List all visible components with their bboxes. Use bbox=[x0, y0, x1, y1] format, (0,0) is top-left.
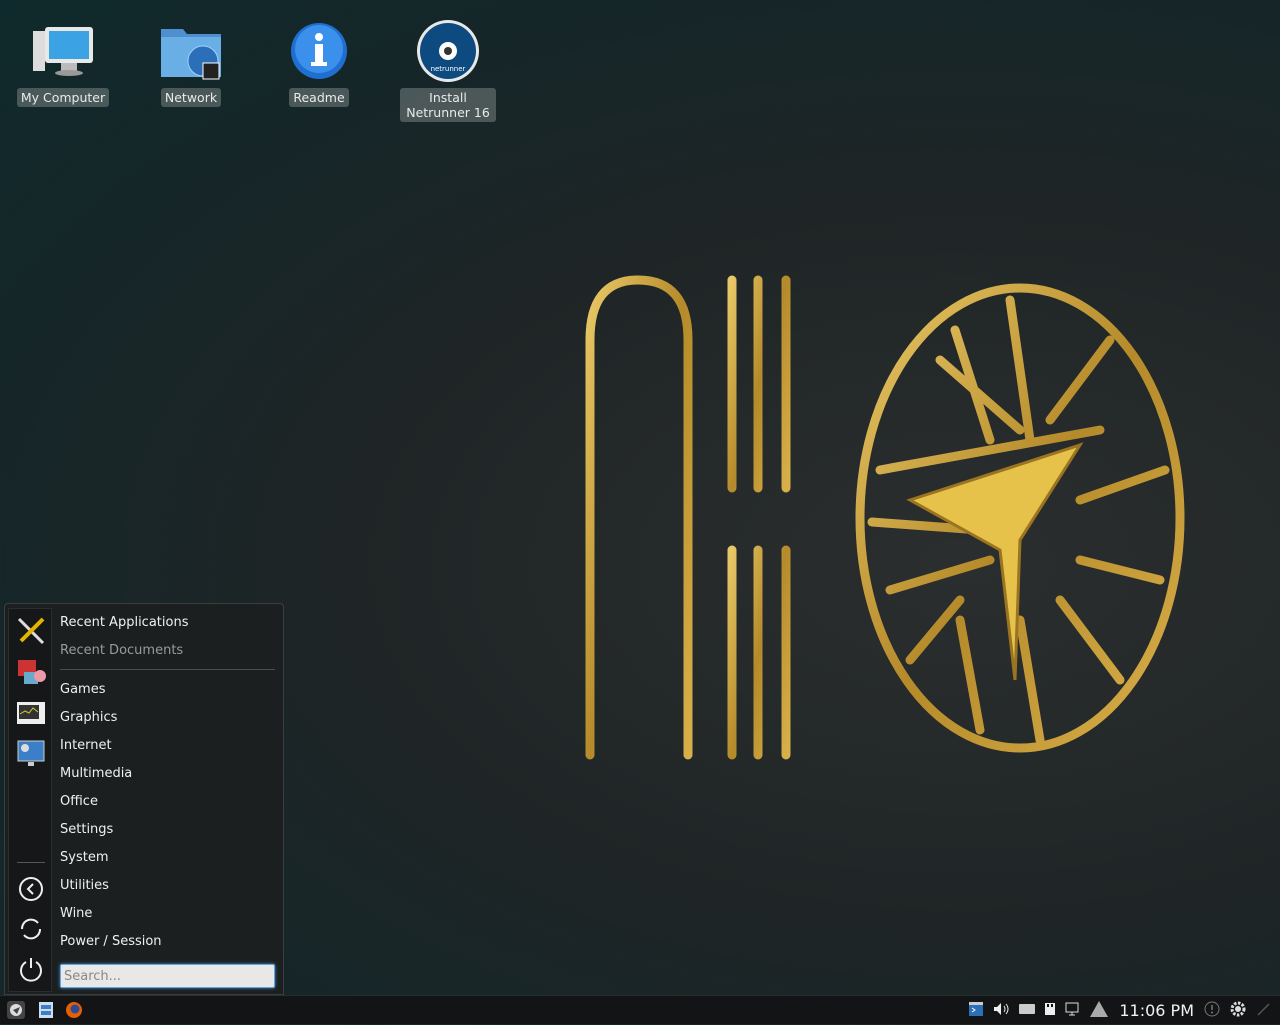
menu-item-settings[interactable]: Settings bbox=[60, 816, 275, 844]
desktop-icon-install-netrunner[interactable]: netrunner Install Netrunner 16 bbox=[393, 18, 503, 122]
firefox-icon[interactable] bbox=[64, 1000, 84, 1020]
usb-device-icon[interactable] bbox=[1045, 1002, 1056, 1019]
desktop-icon-readme[interactable]: Readme bbox=[264, 18, 374, 107]
menu-item-utilities[interactable]: Utilities bbox=[60, 872, 275, 900]
desktop-icon-network[interactable]: Network bbox=[136, 18, 246, 107]
menu-item-graphics[interactable]: Graphics bbox=[60, 704, 275, 732]
refresh-icon[interactable] bbox=[15, 913, 47, 945]
devices-icon[interactable] bbox=[15, 655, 47, 687]
svg-text:netrunner: netrunner bbox=[431, 65, 466, 73]
taskbar: 11:06 PM bbox=[0, 995, 1280, 1024]
menu-separator bbox=[60, 669, 275, 670]
panel-tool-icon[interactable] bbox=[1256, 1001, 1272, 1021]
tools-icon[interactable] bbox=[15, 615, 47, 647]
start-menu-button[interactable] bbox=[6, 1000, 26, 1020]
menu-item-multimedia[interactable]: Multimedia bbox=[60, 760, 275, 788]
menu-item-power-session[interactable]: Power / Session bbox=[60, 928, 275, 956]
gear-icon[interactable] bbox=[1230, 1001, 1246, 1021]
wallpaper-logo bbox=[585, 275, 1185, 760]
system-tray: 11:06 PM bbox=[969, 996, 1272, 1025]
menu-sidebar bbox=[8, 608, 52, 992]
clock[interactable]: 11:06 PM bbox=[1119, 1001, 1194, 1020]
application-menu: Recent Applications Recent Documents Gam… bbox=[4, 603, 284, 995]
desktop-icon-label: Readme bbox=[289, 88, 349, 107]
menu-items: Recent Applications Recent Documents Gam… bbox=[60, 609, 275, 956]
volume-icon[interactable] bbox=[993, 1002, 1009, 1020]
system-monitor-icon[interactable] bbox=[15, 697, 47, 729]
power-icon[interactable] bbox=[15, 953, 47, 985]
panel-expand-icon[interactable] bbox=[1089, 1000, 1109, 1022]
file-manager-icon[interactable] bbox=[36, 1000, 56, 1020]
sidebar-divider bbox=[17, 862, 45, 863]
back-icon[interactable] bbox=[15, 873, 47, 905]
keyboard-icon[interactable] bbox=[1019, 1003, 1036, 1018]
desktop-icon-my-computer[interactable]: My Computer bbox=[8, 18, 118, 107]
network-folder-icon bbox=[158, 18, 224, 84]
info-icon bbox=[286, 18, 352, 84]
menu-item-office[interactable]: Office bbox=[60, 788, 275, 816]
netrunner-disc-icon: netrunner bbox=[415, 18, 481, 84]
display-settings-icon[interactable] bbox=[15, 737, 47, 769]
menu-item-recent-documents[interactable]: Recent Documents bbox=[60, 637, 275, 665]
network-icon[interactable] bbox=[1065, 1002, 1079, 1020]
desktop-icon-label: Network bbox=[160, 88, 222, 107]
terminal-icon[interactable] bbox=[969, 1001, 984, 1020]
notifications-icon[interactable] bbox=[1204, 1001, 1220, 1021]
search-input[interactable] bbox=[60, 964, 275, 988]
desktop-icon-label: My Computer bbox=[16, 88, 110, 107]
menu-item-system[interactable]: System bbox=[60, 844, 275, 872]
menu-item-internet[interactable]: Internet bbox=[60, 732, 275, 760]
menu-item-recent-applications[interactable]: Recent Applications bbox=[60, 609, 275, 637]
menu-item-wine[interactable]: Wine bbox=[60, 900, 275, 928]
computer-icon bbox=[30, 18, 96, 84]
menu-item-games[interactable]: Games bbox=[60, 676, 275, 704]
desktop-icon-label: Install Netrunner 16 bbox=[400, 88, 496, 122]
